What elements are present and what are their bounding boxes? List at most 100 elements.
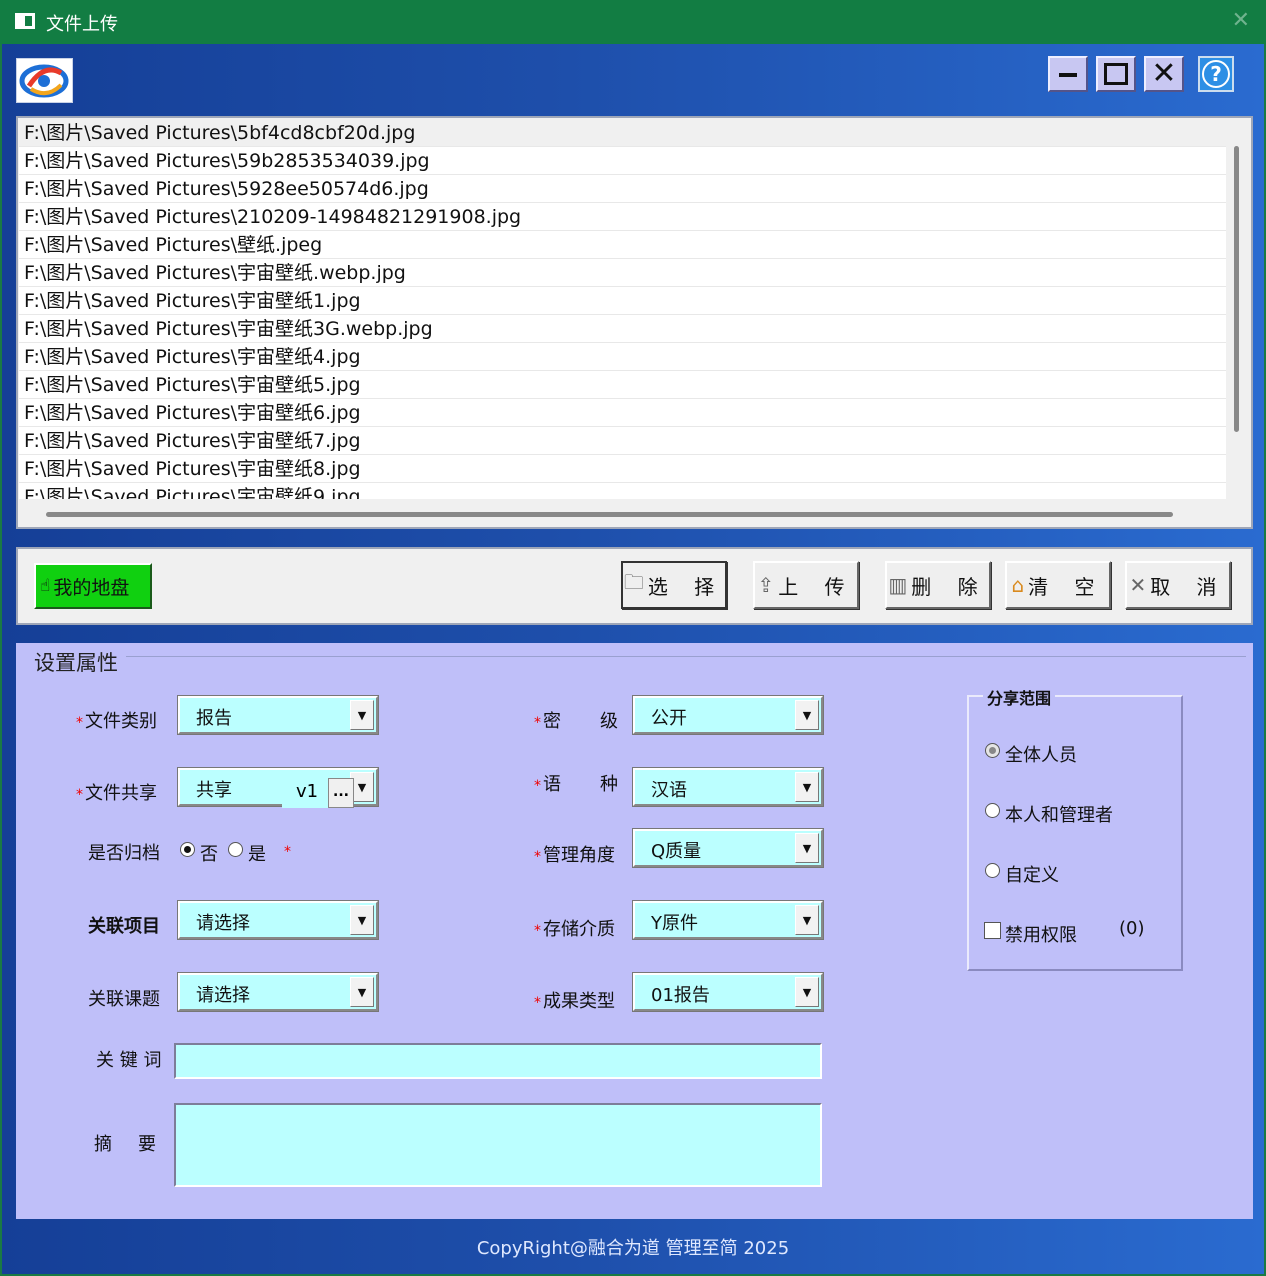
close-icon: ✕	[1151, 56, 1177, 91]
file-list-item[interactable]: F:\图片\Saved Pictures\宇宙壁纸5.jpg	[19, 371, 1226, 399]
language-select[interactable]: 汉语 ▼	[632, 767, 824, 807]
footer-copyright: CopyRight@融合为道 管理至简 2025	[476, 1238, 790, 1259]
project-select[interactable]: 请选择 ▼	[177, 900, 379, 940]
chevron-down-icon[interactable]: ▼	[350, 700, 374, 730]
upload-icon: ⇪	[757, 573, 775, 597]
help-icon: ?	[1202, 60, 1230, 88]
share-scope-title: 分享范围	[983, 685, 1056, 709]
file-list-item[interactable]: F:\图片\Saved Pictures\宇宙壁纸4.jpg	[19, 343, 1226, 371]
my-disk-label: 我的地盘	[53, 576, 130, 599]
secret-level-label-2: 级	[600, 711, 618, 732]
my-disk-button[interactable]: ☝ 我的地盘	[34, 563, 152, 609]
topic-select[interactable]: 请选择 ▼	[177, 972, 379, 1012]
chevron-down-icon[interactable]: ▼	[350, 977, 374, 1007]
language-label-2: 种	[600, 774, 618, 795]
file-share-label: * 文件共享	[76, 783, 157, 804]
result-type-label: * 成果类型	[534, 991, 615, 1012]
properties-title: 设置属性	[34, 651, 118, 675]
clear-label: 清 空	[1028, 574, 1105, 599]
keywords-label: 关 键 词	[96, 1050, 162, 1071]
abstract-textarea[interactable]	[174, 1103, 822, 1187]
file-list-item[interactable]: F:\图片\Saved Pictures\宇宙壁纸.webp.jpg	[19, 259, 1226, 287]
disable-permission-checkbox[interactable]	[984, 922, 1001, 939]
file-list-item[interactable]: F:\图片\Saved Pictures\宇宙壁纸9.jpg	[19, 483, 1226, 499]
storage-label: * 存储介质	[534, 919, 615, 940]
archive-yes-radio[interactable]	[228, 842, 243, 857]
vertical-scrollbar[interactable]	[1234, 146, 1239, 432]
topic-label: 关联课题	[88, 989, 160, 1010]
storage-select[interactable]: Y原件 ▼	[632, 900, 824, 940]
archive-label: 是否归档	[88, 843, 160, 864]
minimize-icon	[1059, 73, 1077, 77]
properties-panel: 设置属性 * 文件类别 报告 ▼ * 文件共享 共享 ▼ 是否归档 否 是 * 关联…	[16, 643, 1253, 1219]
file-list-item[interactable]: F:\图片\Saved Pictures\宇宙壁纸3G.webp.jpg	[19, 315, 1226, 343]
chevron-down-icon[interactable]: ▼	[795, 977, 819, 1007]
version-required-mark: *	[284, 844, 291, 860]
delete-label: 删 除	[911, 574, 988, 599]
file-list-items: F:\图片\Saved Pictures\5bf4cd8cbf20d.jpg F…	[19, 119, 1226, 499]
secret-level-label-1: * 密	[534, 711, 561, 732]
chevron-down-icon[interactable]: ▼	[795, 700, 819, 730]
broom-icon: ⌂	[1011, 573, 1025, 597]
maximize-button[interactable]	[1096, 56, 1136, 92]
file-list-item[interactable]: F:\图片\Saved Pictures\宇宙壁纸7.jpg	[19, 427, 1226, 455]
file-list-item[interactable]: F:\图片\Saved Pictures\210209-149848212919…	[19, 203, 1226, 231]
file-list-item[interactable]: F:\图片\Saved Pictures\宇宙壁纸1.jpg	[19, 287, 1226, 315]
share-custom-label: 自定义	[1005, 865, 1059, 886]
clear-button[interactable]: ⌂ 清 空	[1005, 561, 1111, 609]
chevron-down-icon[interactable]: ▼	[350, 905, 374, 935]
help-button[interactable]: ?	[1198, 56, 1234, 92]
permission-count: (0)	[1119, 918, 1145, 939]
version-value: v1	[296, 781, 319, 802]
keywords-input[interactable]	[174, 1043, 822, 1079]
file-list-item[interactable]: F:\图片\Saved Pictures\宇宙壁纸6.jpg	[19, 399, 1226, 427]
client-area: ✕ ? F:\图片\Saved Pictures\5bf4cd8cbf20d.j…	[2, 44, 1264, 1274]
share-custom-radio[interactable]	[985, 863, 1000, 878]
file-list[interactable]: F:\图片\Saved Pictures\5bf4cd8cbf20d.jpg F…	[16, 116, 1253, 529]
chevron-down-icon[interactable]: ▼	[795, 772, 819, 802]
version-browse-button[interactable]: ...	[328, 778, 354, 808]
share-all-radio[interactable]	[985, 743, 1000, 758]
archive-no-label: 否	[200, 844, 218, 865]
file-list-item[interactable]: F:\图片\Saved Pictures\59b2853534039.jpg	[19, 147, 1226, 175]
version-field[interactable]: v1 ...	[282, 778, 354, 808]
select-label: 选 择	[647, 574, 725, 599]
language-label-1: * 语	[534, 774, 561, 795]
properties-divider	[126, 656, 1246, 657]
upload-button[interactable]: ⇪ 上 传	[753, 561, 859, 609]
select-button[interactable]: 🗀 选 择	[621, 561, 727, 609]
result-type-select[interactable]: 01报告 ▼	[632, 972, 824, 1012]
window-icon	[15, 13, 35, 29]
file-list-item[interactable]: F:\图片\Saved Pictures\宇宙壁纸8.jpg	[19, 455, 1226, 483]
mgmt-angle-select[interactable]: Q质量 ▼	[632, 828, 824, 868]
horizontal-scrollbar[interactable]	[46, 512, 1173, 517]
share-self-admin-radio[interactable]	[985, 803, 1000, 818]
upload-label: 上 传	[778, 574, 855, 599]
file-category-select[interactable]: 报告 ▼	[177, 695, 379, 735]
chevron-down-icon[interactable]: ▼	[795, 833, 819, 863]
archive-yes-label: 是	[248, 844, 266, 865]
cancel-button[interactable]: ✕ 取 消	[1125, 561, 1231, 609]
disable-permission-label: 禁用权限	[1005, 925, 1077, 946]
file-list-item[interactable]: F:\图片\Saved Pictures\5928ee50574d6.jpg	[19, 175, 1226, 203]
minimize-button[interactable]	[1048, 56, 1088, 92]
window-title: 文件上传	[46, 14, 118, 35]
cancel-x-icon: ✕	[1129, 573, 1147, 597]
archive-no-radio[interactable]	[180, 842, 195, 857]
file-list-item[interactable]: F:\图片\Saved Pictures\5bf4cd8cbf20d.jpg	[19, 119, 1226, 147]
abstract-label-1: 摘	[94, 1134, 112, 1155]
action-toolbar: ☝ 我的地盘 🗀 选 择 ⇪ 上 传 ▥ 删 除 ⌂ 清 空 ✕ 取 消	[16, 547, 1253, 625]
chevron-down-icon[interactable]: ▼	[795, 905, 819, 935]
abstract-label-2: 要	[138, 1134, 156, 1155]
title-close-icon[interactable]: ✕	[1232, 8, 1250, 33]
file-list-item[interactable]: F:\图片\Saved Pictures\壁纸.jpeg	[19, 231, 1226, 259]
share-all-label: 全体人员	[1005, 745, 1077, 766]
secret-level-select[interactable]: 公开 ▼	[632, 695, 824, 735]
close-button[interactable]: ✕	[1144, 56, 1184, 92]
project-label: 关联项目	[88, 916, 160, 937]
trash-icon: ▥	[888, 573, 908, 597]
delete-button[interactable]: ▥ 删 除	[885, 561, 991, 609]
cancel-label: 取 消	[1150, 574, 1227, 599]
file-category-label: * 文件类别	[76, 711, 157, 732]
title-bar: 文件上传 ✕	[0, 0, 1266, 44]
